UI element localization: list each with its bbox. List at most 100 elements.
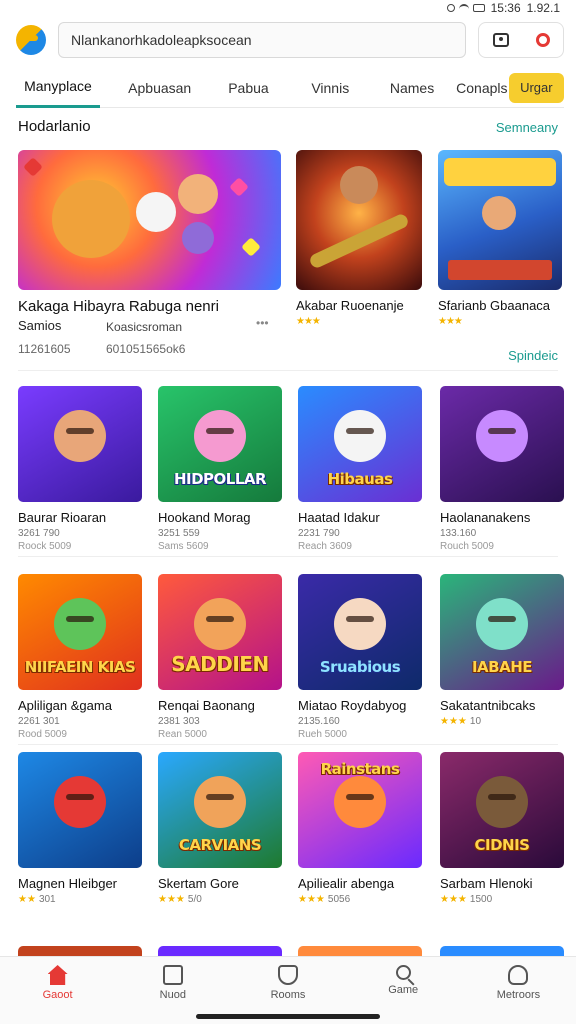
nav-label: Rooms (270, 989, 306, 1001)
game-thumbnail[interactable]: HIDPOLLAR (158, 386, 282, 502)
game-title[interactable]: Apiliealir abenga (298, 876, 394, 891)
title-plate-art (444, 158, 556, 186)
weapon-art (308, 212, 410, 270)
game-title[interactable]: Magnen Hleibger (18, 876, 117, 891)
tab-conapls[interactable]: Conapls (455, 68, 509, 108)
game-card[interactable]: NIIFAEIN KIAS Apliligan &gama 2261 301 R… (18, 574, 142, 752)
star-rating-icon: ★★★ (298, 894, 325, 905)
kid-character-art (178, 174, 218, 214)
nav-members[interactable]: Metroors (461, 957, 576, 1024)
game-thumbnail[interactable] (18, 752, 142, 868)
featured-banner-3[interactable] (438, 150, 562, 290)
game-title[interactable]: Sarbam Hlenoki (440, 876, 533, 891)
home-icon (47, 965, 68, 985)
game-card[interactable]: CIDNIS Sarbam Hlenoki ★★★ 1500 (440, 752, 564, 930)
game-thumbnail[interactable]: CARVIANS (158, 752, 282, 868)
game-thumbnail[interactable]: Sruabious (298, 574, 422, 690)
game-thumbnail[interactable] (18, 386, 142, 502)
game-meta: 3261 790 (18, 528, 60, 539)
status-battery: 1.92.1 (526, 1, 560, 15)
game-meta-secondary: Rood 5009 (18, 729, 67, 740)
alarm-icon (446, 4, 455, 12)
game-meta: 2231 790 (298, 528, 340, 539)
thumbnail-title: SADDIEN (171, 652, 269, 676)
bear-character-art (52, 180, 130, 258)
game-thumbnail[interactable]: Hibauas (298, 386, 422, 502)
character-art (54, 410, 106, 462)
status-time: 15:36 (490, 1, 521, 15)
game-title[interactable]: Hookand Morag (158, 510, 251, 525)
game-card[interactable]: IABAHE Sakatantnibcaks ★★★ 10 (440, 574, 564, 752)
wifi-icon (458, 4, 469, 12)
tab-marketplace[interactable]: Manyplace (16, 68, 100, 108)
character-art (194, 598, 246, 650)
game-title[interactable]: Miatao Roydabyog (298, 698, 406, 713)
top-actions (478, 22, 564, 58)
game-card[interactable]: Sruabious Miatao Roydabyog 2135.160 Rueh… (298, 574, 422, 752)
search-input[interactable]: Nlankanorhkadoleapksocean (58, 22, 466, 58)
order-button[interactable]: Urgar (508, 72, 564, 103)
game-card[interactable]: CARVIANS Skertam Gore ★★★ 5/0 (158, 752, 282, 930)
nav-home[interactable]: Gaoot (0, 957, 115, 1024)
thumbnail-title: HIDPOLLAR (173, 470, 267, 488)
game-card[interactable]: SADDIEN Renqai Baonang 2381 303 Rean 500… (158, 574, 282, 752)
game-card[interactable]: HIDPOLLAR Hookand Morag 3251 559 Sams 56… (158, 386, 282, 564)
top-bar: Nlankanorhkadoleapksocean (16, 20, 564, 60)
game-thumbnail[interactable]: NIIFAEIN KIAS (18, 574, 142, 690)
more-options-icon[interactable]: ••• (256, 316, 269, 330)
featured-banner-2[interactable] (296, 150, 422, 290)
game-meta: 2381 303 (158, 716, 200, 727)
game-title[interactable]: Baurar Rioaran (18, 510, 106, 525)
game-thumbnail[interactable]: CIDNIS (440, 752, 564, 868)
record-icon[interactable] (535, 33, 550, 47)
featured-2-name[interactable]: Akabar Ruoenanje (296, 298, 404, 313)
featured-more-link[interactable]: Spindeic (508, 348, 558, 363)
featured-1-name[interactable]: Kakaga Hibayra Rabuga nenri (18, 298, 219, 315)
game-title[interactable]: Haolananakens (440, 510, 530, 525)
next-row-thumbnail (298, 946, 422, 956)
game-title[interactable]: Skertam Gore (158, 876, 239, 891)
thumbnail-title: Rainstans (320, 760, 400, 778)
section-see-all-link[interactable]: Semneany (496, 120, 558, 135)
battery-icon (472, 4, 485, 12)
next-row-thumbnail (440, 946, 564, 956)
game-thumbnail[interactable] (440, 386, 564, 502)
games-row: Baurar Rioaran 3261 790 Roock 5009 HIDPO… (18, 386, 564, 564)
divider (18, 370, 558, 371)
rating-count: 301 (38, 894, 56, 905)
game-title[interactable]: Apliligan &gama (18, 698, 112, 713)
game-title[interactable]: Renqai Baonang (158, 698, 255, 713)
game-title[interactable]: Haatad Idakur (298, 510, 380, 525)
game-card[interactable]: Hibauas Haatad Idakur 2231 790 Reach 360… (298, 386, 422, 564)
search-icon (395, 965, 411, 980)
game-thumbnail[interactable]: SADDIEN (158, 574, 282, 690)
game-card[interactable]: Magnen Hleibger ★★ 301 (18, 752, 142, 930)
spark-decor (23, 157, 43, 177)
tab-vinnis[interactable]: Vinnis (303, 68, 357, 108)
game-card[interactable]: Haolananakens 133.160 Rouch 5009 (440, 386, 564, 564)
game-thumbnail[interactable]: Rainstans (298, 752, 422, 868)
section-title: Hodarlanio (18, 118, 91, 135)
nav-label: Game (388, 984, 419, 996)
game-card[interactable]: Rainstans Apiliealir abenga ★★★ 5056 (298, 752, 422, 930)
game-thumbnail[interactable]: IABAHE (440, 574, 564, 690)
game-card[interactable]: Baurar Rioaran 3261 790 Roock 5009 (18, 386, 142, 564)
tab-names[interactable]: Names (387, 68, 437, 108)
game-meta-secondary: Sams 5609 (158, 541, 209, 552)
featured-banner-1[interactable] (18, 150, 281, 290)
character-art (476, 410, 528, 462)
nav-label: Gaoot (42, 989, 73, 1001)
tab-pabua[interactable]: Pabua (223, 68, 273, 108)
featured-3-name[interactable]: Sfarianb Gbaanaca (438, 298, 550, 313)
game-title[interactable]: Sakatantnibcaks (440, 698, 535, 713)
tab-apbuasan[interactable]: Apbuasan (116, 68, 204, 108)
character-art (334, 776, 386, 828)
rating-count: 5/0 (187, 894, 202, 905)
star-rating-icon: ★★ (18, 894, 36, 905)
character-art (334, 410, 386, 462)
app-logo-icon[interactable] (16, 25, 46, 55)
home-indicator[interactable] (196, 1014, 380, 1019)
camera-icon[interactable] (492, 33, 509, 47)
game-meta-secondary: Rouch 5009 (440, 541, 494, 552)
character-art (334, 598, 386, 650)
